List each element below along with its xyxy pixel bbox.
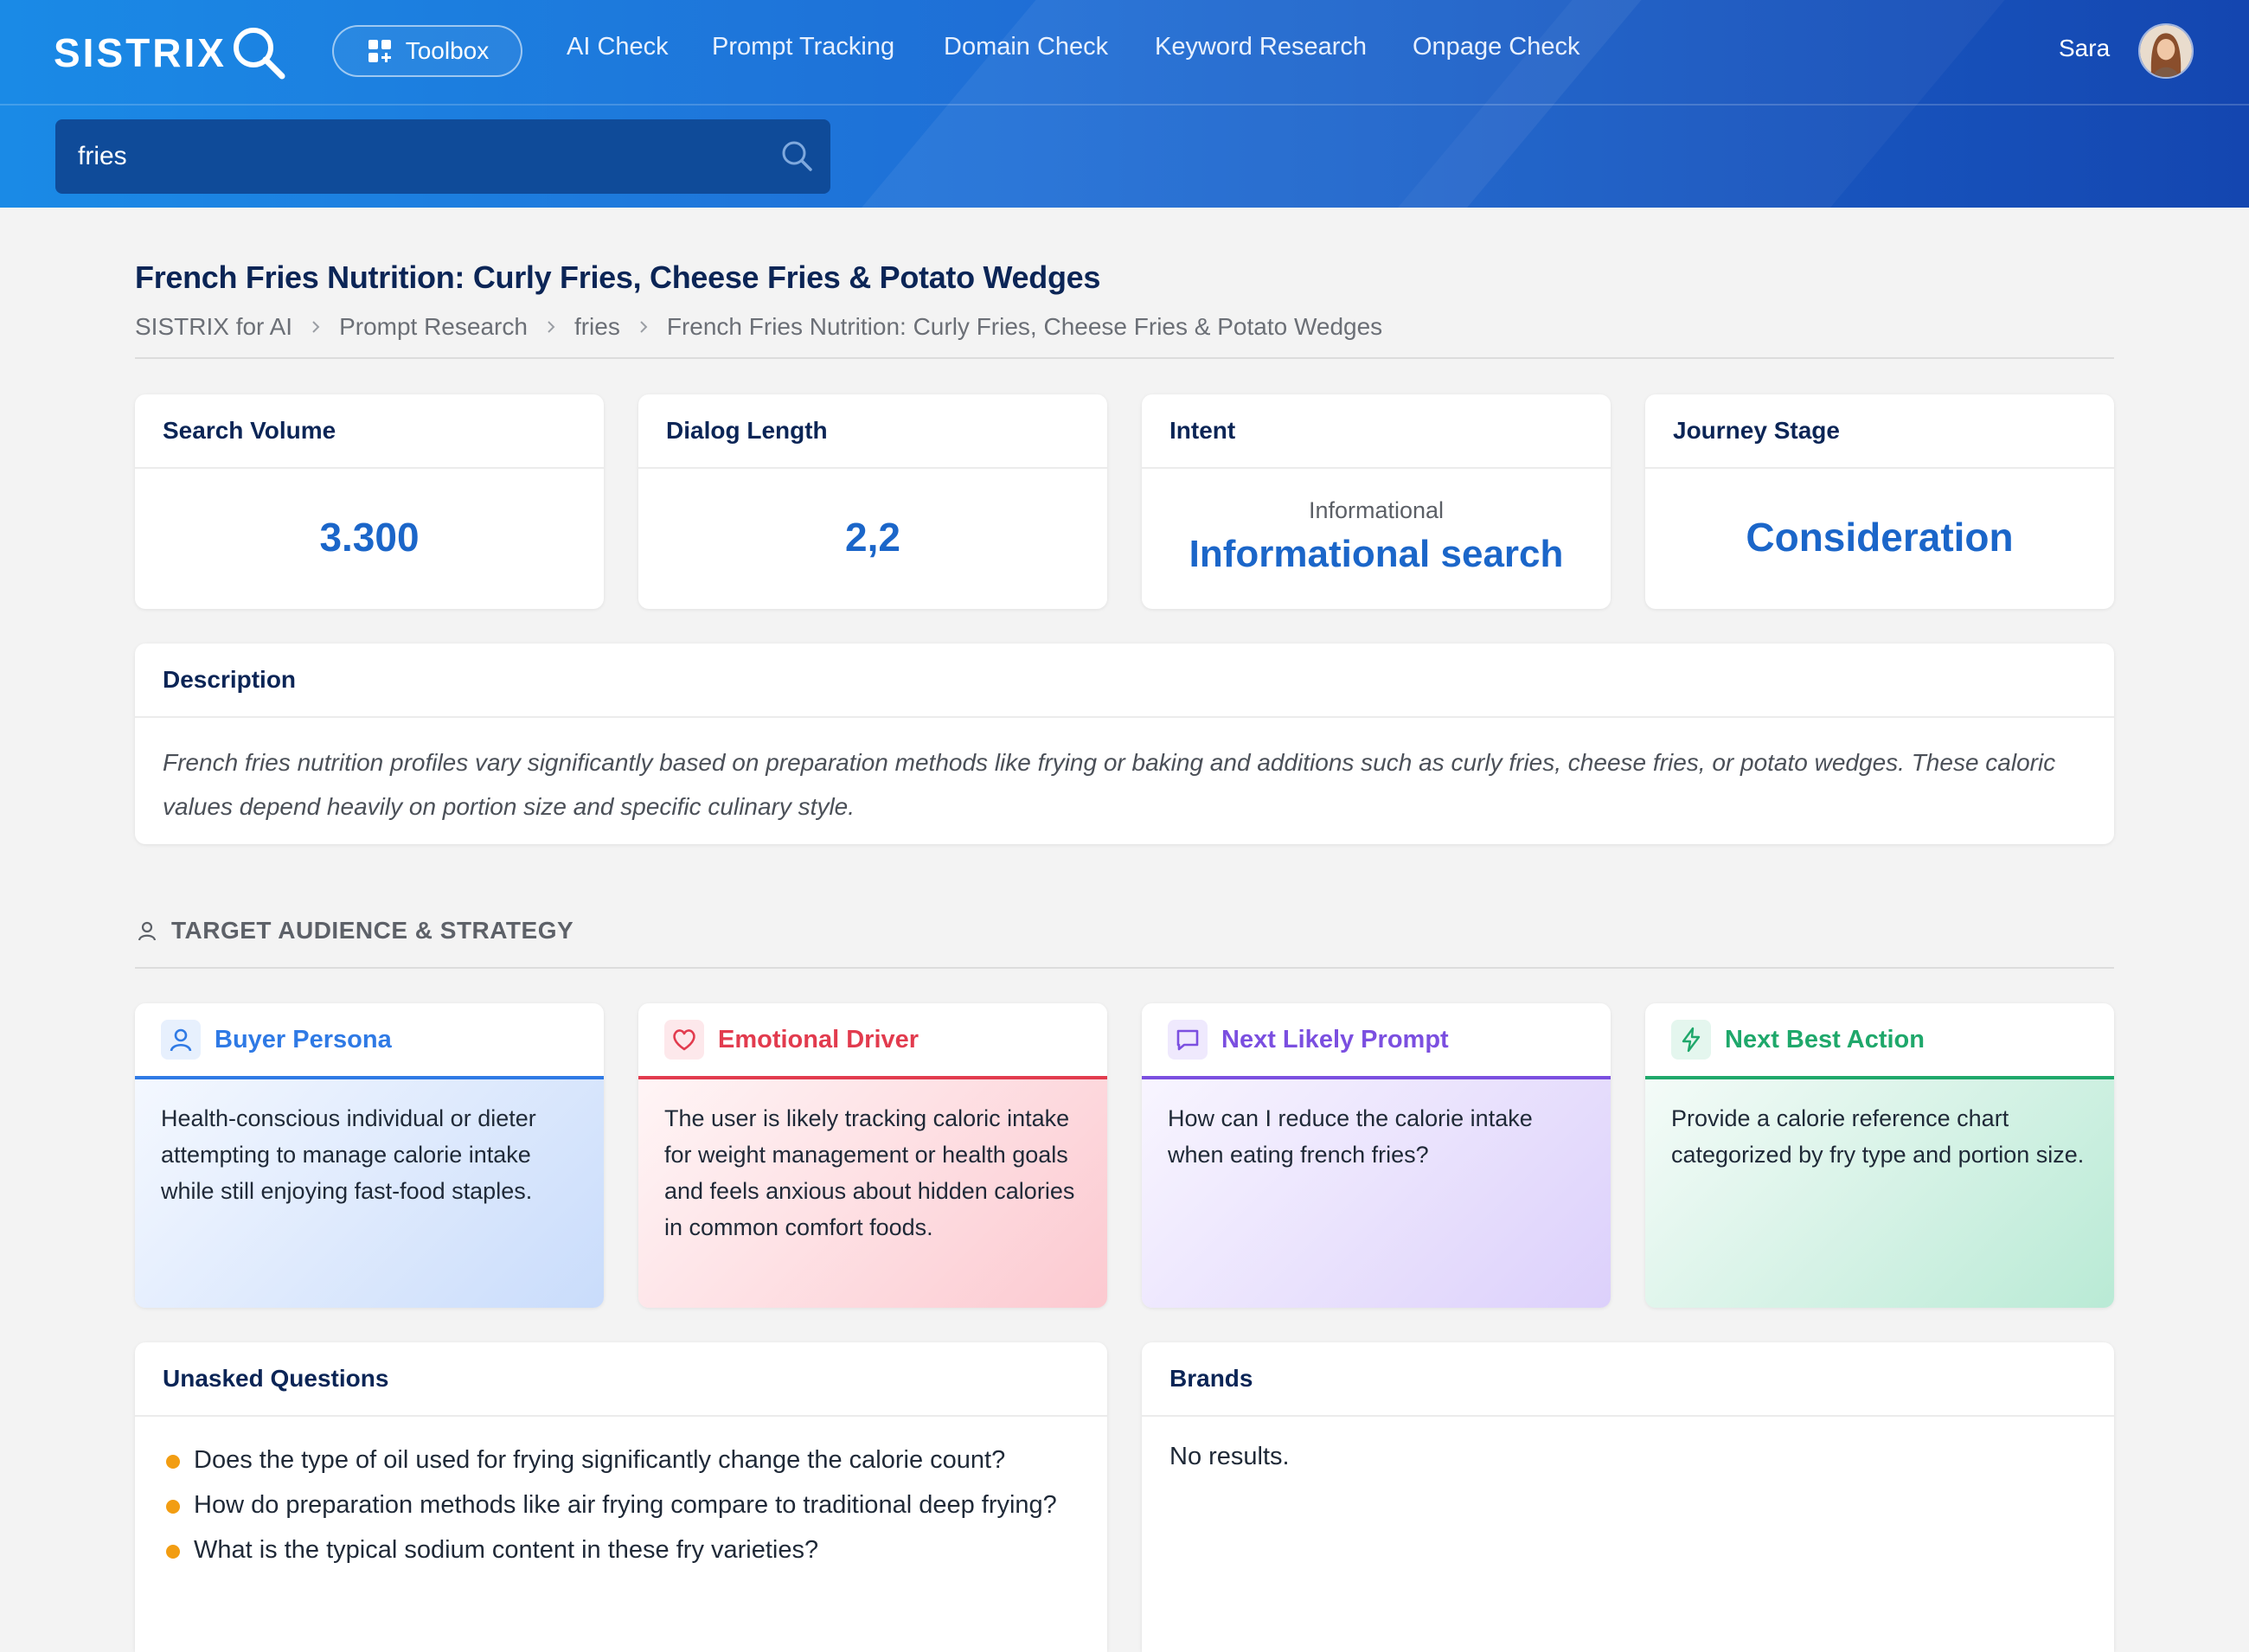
card-text: How can I reduce the calorie intake when…: [1142, 1079, 1611, 1308]
search-icon[interactable]: [778, 138, 815, 174]
top-navigation: SISTRIX Toolbox AI Check Prompt Tracking…: [0, 0, 2249, 106]
user-icon: [138, 921, 157, 941]
search-volume-card: Search Volume 3.300: [135, 394, 604, 609]
card-title: Brands: [1142, 1342, 2114, 1417]
nav-prompt-tracking[interactable]: Prompt Tracking: [712, 33, 894, 61]
list-item: How do preparation methods like air fryi…: [163, 1482, 1080, 1527]
journey-stage-value: Consideration: [1746, 515, 2014, 560]
dialog-length-card: Dialog Length 2,2: [638, 394, 1107, 609]
search-input[interactable]: [76, 141, 754, 172]
user-name[interactable]: Sara: [2059, 35, 2110, 62]
description-text: French fries nutrition profiles vary sig…: [163, 749, 2056, 820]
breadcrumb-fries[interactable]: fries: [574, 313, 620, 341]
card-title: Next Likely Prompt: [1221, 1025, 1449, 1053]
emotional-driver-card: Emotional Driver The user is likely trac…: [638, 1003, 1107, 1308]
sistrix-logo[interactable]: SISTRIX: [54, 22, 287, 83]
next-likely-prompt-card: Next Likely Prompt How can I reduce the …: [1142, 1003, 1611, 1308]
divider: [135, 357, 2114, 359]
card-title: Journey Stage: [1645, 394, 2114, 469]
toolbox-button[interactable]: Toolbox: [332, 25, 522, 77]
nav-onpage-check[interactable]: Onpage Check: [1413, 33, 1579, 61]
list-item: What is the typical sodium content in th…: [163, 1527, 1080, 1572]
nav-domain-check[interactable]: Domain Check: [944, 33, 1108, 61]
card-header: Next Likely Prompt: [1142, 1003, 1611, 1079]
card-header: Buyer Persona: [135, 1003, 604, 1079]
search-bar[interactable]: [55, 119, 830, 194]
chevron-right-icon: [640, 321, 648, 333]
intent-sub: Informational: [1308, 497, 1445, 523]
unasked-questions-card: Unasked Questions Does the type of oil u…: [135, 1342, 1107, 1652]
question-list: Does the type of oil used for frying sig…: [135, 1417, 1107, 1572]
card-title: Unasked Questions: [135, 1342, 1107, 1417]
magnifier-logo-icon: [233, 28, 285, 80]
toolbox-label: Toolbox: [405, 37, 490, 64]
chevron-right-icon: [548, 321, 555, 333]
journey-stage-card: Journey Stage Consideration: [1645, 394, 2114, 609]
app-header: SISTRIX Toolbox AI Check Prompt Tracking…: [0, 0, 2249, 208]
card-title: Search Volume: [135, 394, 604, 469]
dialog-length-value: 2,2: [845, 515, 900, 560]
breadcrumb-current: French Fries Nutrition: Curly Fries, Che…: [666, 313, 1383, 340]
breadcrumb: SISTRIX for AI Prompt Research fries Fre…: [135, 313, 1382, 341]
avatar[interactable]: [2138, 23, 2194, 79]
page-title: French Fries Nutrition: Curly Fries, Che…: [135, 259, 1101, 295]
card-title: Emotional Driver: [718, 1025, 919, 1053]
breadcrumb-sistrix-for-ai[interactable]: SISTRIX for AI: [135, 313, 292, 341]
description-card: Description French fries nutrition profi…: [135, 644, 2114, 844]
card-title: Dialog Length: [638, 394, 1107, 469]
chevron-right-icon: [312, 321, 320, 333]
user-icon: [161, 1020, 201, 1060]
list-item: Does the type of oil used for frying sig…: [163, 1437, 1080, 1482]
search-volume-value: 3.300: [319, 515, 420, 560]
nav-ai-check[interactable]: AI Check: [567, 33, 669, 61]
heart-icon: [664, 1020, 704, 1060]
buyer-persona-card: Buyer Persona Health-conscious individua…: [135, 1003, 604, 1308]
section-heading: TARGET AUDIENCE & STRATEGY: [135, 917, 573, 944]
lightning-icon: [1671, 1020, 1711, 1060]
card-header: Emotional Driver: [638, 1003, 1107, 1079]
card-text: Provide a calorie reference chart catego…: [1645, 1079, 2114, 1308]
section-heading-text: TARGET AUDIENCE & STRATEGY: [171, 917, 574, 944]
card-title: Buyer Persona: [215, 1025, 392, 1053]
next-best-action-card: Next Best Action Provide a calorie refer…: [1645, 1003, 2114, 1308]
nav-keyword-research[interactable]: Keyword Research: [1155, 33, 1367, 61]
card-header: Next Best Action: [1645, 1003, 2114, 1079]
grid-plus-icon: [368, 40, 391, 62]
intent-card: Intent Informational Informational searc…: [1142, 394, 1611, 609]
divider: [135, 967, 2114, 969]
card-title: Description: [135, 644, 2114, 718]
avatar-image: [2140, 25, 2192, 77]
card-text: The user is likely tracking caloric inta…: [638, 1079, 1107, 1308]
card-title: Intent: [1142, 394, 1611, 469]
breadcrumb-prompt-research[interactable]: Prompt Research: [339, 313, 528, 341]
chat-icon: [1168, 1020, 1208, 1060]
card-text: Health-conscious individual or dieter at…: [135, 1079, 604, 1308]
intent-value: Informational search: [1189, 533, 1564, 575]
logo-text: SISTRIX: [54, 30, 227, 75]
empty-state-text: No results.: [1169, 1443, 1290, 1470]
card-title: Next Best Action: [1725, 1025, 1925, 1053]
brands-card: Brands No results.: [1142, 1342, 2114, 1652]
